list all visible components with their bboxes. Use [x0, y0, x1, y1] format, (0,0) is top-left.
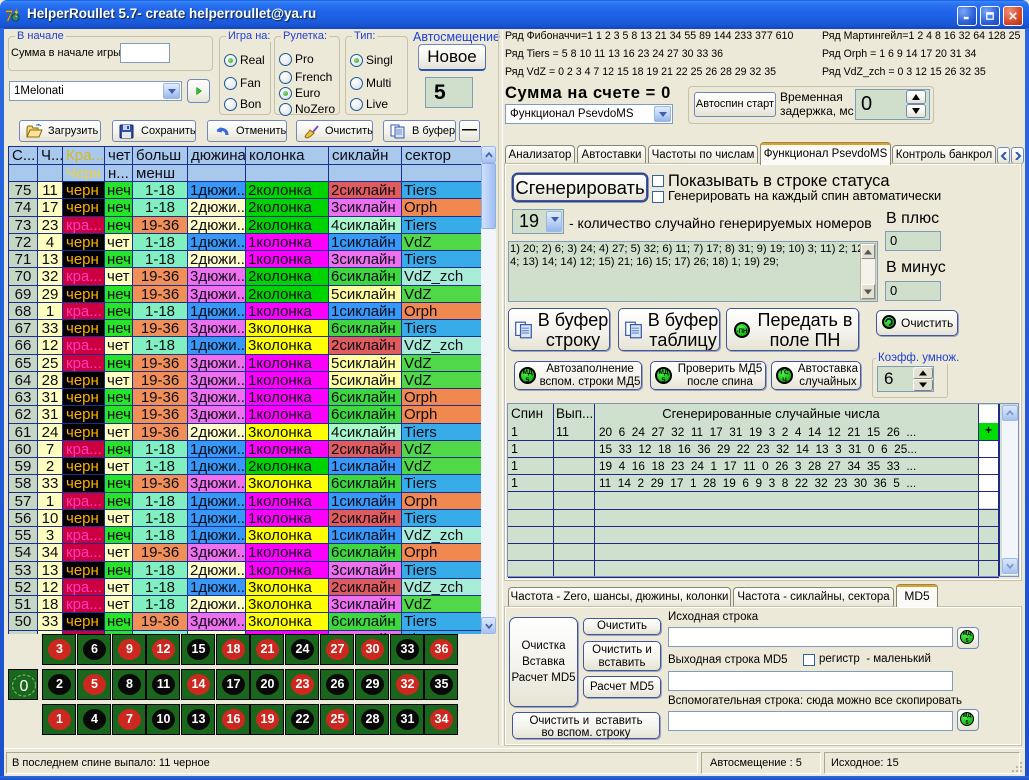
svg-text:0: 0: [20, 678, 29, 695]
svg-text:7: 7: [6, 8, 13, 23]
